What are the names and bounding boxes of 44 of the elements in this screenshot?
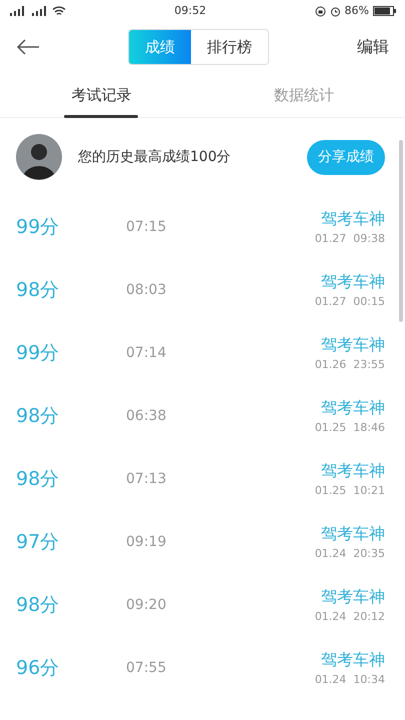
battery-icon xyxy=(373,6,397,16)
edit-link[interactable]: 编辑 xyxy=(357,35,389,59)
record-date: 01.25 18:46 xyxy=(314,420,385,436)
record-title: 驾考车神 xyxy=(321,271,385,294)
duration-text: 07:14 xyxy=(126,344,168,363)
record-title: 驾考车神 xyxy=(321,586,385,608)
duration-text: 06:38 xyxy=(126,407,168,426)
record-title: 驾考车神 xyxy=(321,334,385,356)
record-title: 驾考车神 xyxy=(321,649,385,672)
record-title: 驾考车神 xyxy=(321,460,385,482)
record-date: 01.24 20:12 xyxy=(314,609,385,626)
back-icon[interactable] xyxy=(16,39,40,55)
record-date: 01.27 09:38 xyxy=(314,231,385,248)
duration-text: 07:15 xyxy=(126,218,168,237)
score-text: 98分 xyxy=(16,467,60,492)
record-title: 驾考车神 xyxy=(321,208,385,230)
score-text: 99分 xyxy=(16,341,60,366)
signal-icon xyxy=(30,6,48,16)
record-date: 01.25 10:21 xyxy=(314,483,385,500)
battery-percent: 86% xyxy=(344,2,369,19)
tab[interactable]: 考试记录 xyxy=(0,72,202,118)
best-score-text: 您的历史最高成绩100分 xyxy=(78,148,232,166)
score-text: 98分 xyxy=(16,404,60,430)
duration-text: 08:03 xyxy=(126,281,168,300)
score-text: 97分 xyxy=(16,530,60,556)
wifi-icon xyxy=(52,6,66,16)
clock-time: 09:52 xyxy=(174,2,206,19)
duration-text: 09:20 xyxy=(126,596,168,615)
record-title: 驾考车神 xyxy=(321,523,385,546)
record-date: 01.24 20:35 xyxy=(314,546,385,562)
alarm-icon xyxy=(330,6,341,16)
avatar xyxy=(16,134,62,180)
duration-text: 07:55 xyxy=(126,659,168,678)
score-text: 98分 xyxy=(16,278,60,304)
record-date: 01.27 00:15 xyxy=(314,294,385,310)
record-date: 01.24 10:34 xyxy=(314,672,385,688)
score-text: 96分 xyxy=(16,656,60,682)
duration-text: 09:19 xyxy=(126,533,168,552)
score-text: 99分 xyxy=(16,215,60,240)
signal-icon xyxy=(8,6,26,16)
duration-text: 07:13 xyxy=(126,470,168,489)
score-text: 98分 xyxy=(16,593,60,618)
record-title: 驾考车神 xyxy=(321,397,385,420)
record-date: 01.26 23:55 xyxy=(314,357,385,374)
